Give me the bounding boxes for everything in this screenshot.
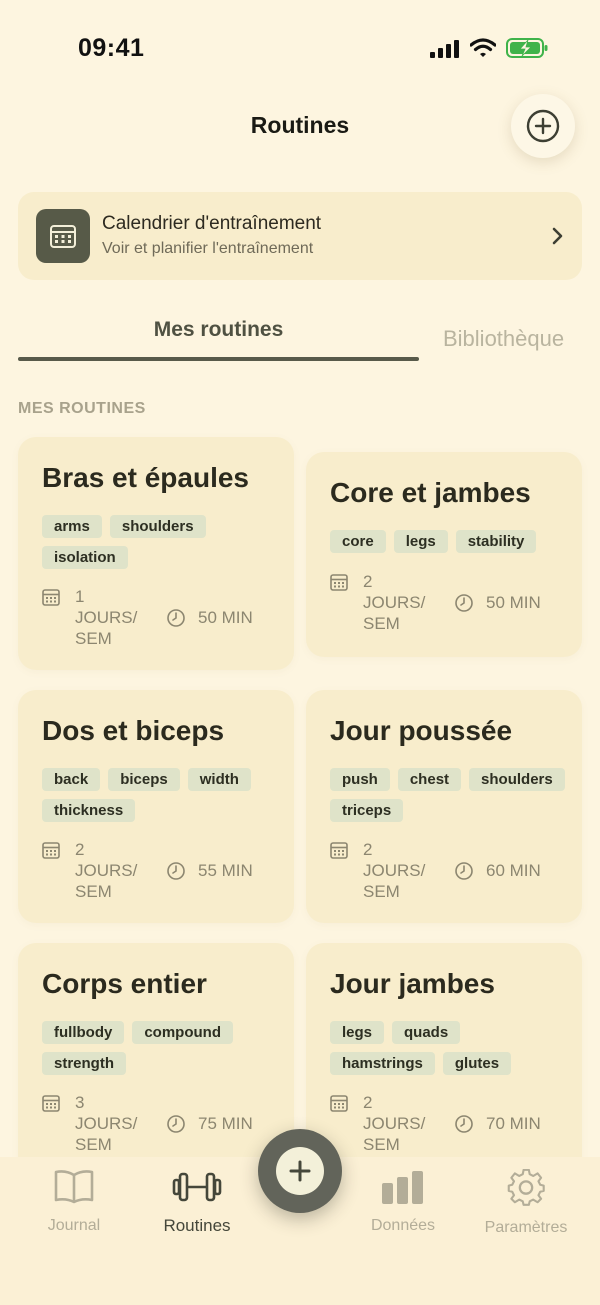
tag: glutes [442,1052,512,1075]
calendar-icon [50,225,76,248]
clock-icon [455,862,473,880]
calendar-small-icon [330,842,348,859]
tag: shoulders [469,768,565,791]
tag: core [330,530,386,553]
tag-list: arms shoulders isolation [42,515,282,569]
bar-chart-icon [382,1171,423,1204]
duration: 75 MIN [198,1114,253,1133]
tag: chest [397,768,462,791]
days-per-week: 2 JOURS/SEM [75,840,138,901]
tag: stability [455,530,537,553]
clock-icon [455,1115,473,1133]
plus-icon [289,1160,311,1182]
clock-icon [167,609,185,627]
tag: hamstrings [330,1052,435,1075]
plus-circle-icon [526,109,560,143]
calendar-small-icon [42,589,60,606]
tag: isolation [42,546,128,569]
routine-card[interactable]: Jour jambes legs quads hamstrings glutes… [306,943,582,1176]
nav-label-parametres: Paramètres [484,1219,568,1236]
page-title: Routines [250,112,350,138]
calendar-card-subtitle: Voir et planifier l'entraînement [102,240,314,257]
dumbbell-icon [172,1172,222,1202]
tag: fullbody [42,1021,125,1044]
nav-label-routines: Routines [163,1216,231,1235]
nav-item-donnees[interactable]: Données [362,1169,444,1235]
tag: legs [330,1021,385,1044]
nav-item-routines[interactable]: Routines [154,1169,240,1236]
nav-label-journal: Journal [47,1217,101,1234]
routine-title: Jour poussée [330,715,513,746]
tag-list: push chest shoulders triceps [330,768,570,822]
tag: biceps [108,768,180,791]
tag: strength [42,1052,126,1075]
section-label: MES ROUTINES [18,400,146,417]
routine-card[interactable]: Corps entier fullbody compound strength … [18,943,294,1176]
add-routine-button[interactable] [511,94,575,158]
clock-icon [167,862,185,880]
duration: 50 MIN [198,608,253,627]
active-tab-indicator [18,357,419,361]
quick-add-button[interactable] [258,1129,342,1213]
duration: 60 MIN [486,861,541,880]
routine-card[interactable]: Bras et épaules arms shoulders isolation… [18,437,294,670]
tag-list: core legs stability [330,530,570,553]
days-per-week: 2 JOURS/SEM [363,572,426,633]
tag: thickness [42,799,136,822]
duration: 70 MIN [486,1114,541,1133]
routine-title: Jour jambes [330,968,495,999]
book-icon [54,1170,94,1204]
nav-label-donnees: Données [370,1217,436,1234]
calendar-small-icon [42,842,60,859]
routine-card[interactable]: Core et jambes core legs stability 2 JOUR… [306,452,582,657]
tag: push [330,768,390,791]
routine-card[interactable]: Dos et biceps back biceps width thicknes… [18,690,294,923]
routine-title: Corps entier [42,968,207,999]
calendar-small-icon [330,1095,348,1112]
tag: triceps [330,799,404,822]
days-per-week: 2 JOURS/SEM [363,840,426,901]
tag: compound [132,1021,233,1044]
wifi-icon [470,38,496,57]
tag: legs [393,530,448,553]
training-calendar-card[interactable]: Calendrier d'entraînement Voir et planif… [18,192,582,280]
tag-list: fullbody compound strength [42,1021,282,1075]
duration: 50 MIN [486,593,541,612]
battery-charging-icon [506,38,548,58]
tag: arms [42,515,102,538]
routine-title: Bras et épaules [42,462,249,493]
nav-item-parametres[interactable]: Paramètres [478,1169,574,1237]
gear-icon [507,1169,545,1206]
routine-card[interactable]: Jour poussée push chest shoulders tricep… [306,690,582,923]
cellular-signal-icon [430,40,459,58]
routine-title: Dos et biceps [42,715,225,746]
status-time: 09:41 [78,34,145,62]
tag: quads [392,1021,461,1044]
calendar-icon-box [36,209,90,263]
tag: width [187,768,251,791]
calendar-card-title: Calendrier d'entraînement [102,213,322,234]
clock-icon [167,1115,185,1133]
quick-add-inner [276,1147,324,1195]
nav-item-journal[interactable]: Journal [34,1169,114,1235]
tab-mes-routines[interactable]: Mes routines [18,318,419,342]
days-per-week: 3 JOURS/SEM [75,1093,138,1154]
tag-list: legs quads hamstrings glutes [330,1021,570,1075]
tab-bibliotheque[interactable]: Bibliothèque [443,326,564,352]
days-per-week: 2 JOURS/SEM [363,1093,426,1154]
tag: shoulders [109,515,206,538]
tag: back [42,768,101,791]
status-bar: 09:41 [0,0,600,96]
tag-list: back biceps width thickness [42,768,282,822]
calendar-small-icon [330,574,348,591]
days-per-week: 1 JOURS/SEM [75,587,138,648]
clock-icon [455,594,473,612]
duration: 55 MIN [198,861,253,880]
routine-title: Core et jambes [330,477,531,508]
chevron-right-icon [552,227,563,245]
calendar-small-icon [42,1095,60,1112]
